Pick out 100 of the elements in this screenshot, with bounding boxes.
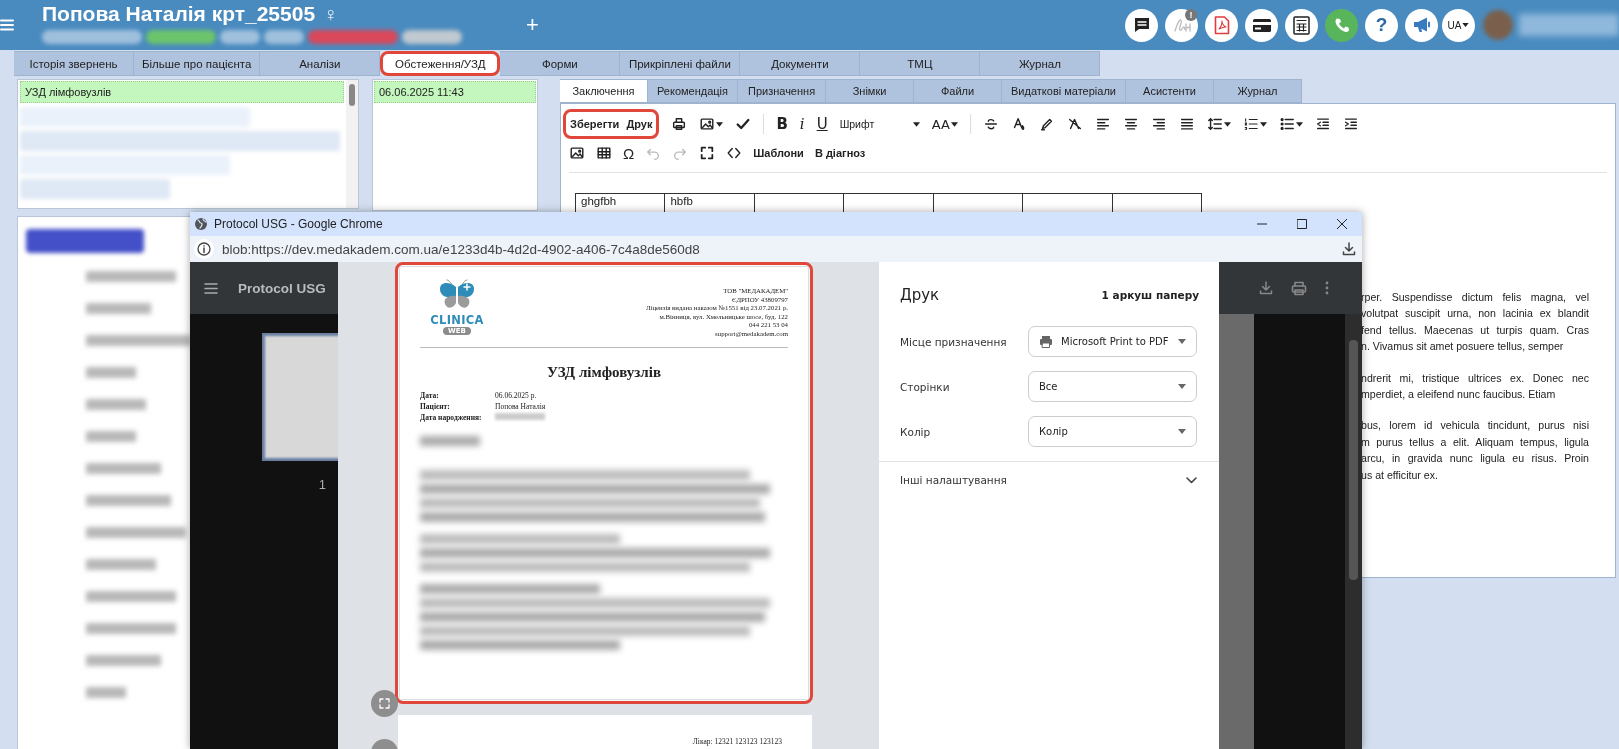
alignright-button[interactable] xyxy=(1150,116,1167,132)
clearformat-button[interactable] xyxy=(1066,116,1083,132)
tab[interactable]: Документи xyxy=(740,51,861,76)
chat-icon xyxy=(1132,16,1151,34)
maximize-icon xyxy=(1297,219,1307,229)
image-button[interactable] xyxy=(699,116,724,132)
calculator-button[interactable] xyxy=(1285,8,1318,42)
toolbar-button[interactable]: Шаблони xyxy=(753,147,804,159)
pdf-button[interactable] xyxy=(1205,8,1238,42)
tab[interactable]: ТМЦ xyxy=(860,51,981,76)
code-button[interactable] xyxy=(726,145,743,161)
tab[interactable]: Рекомендація xyxy=(648,79,739,103)
info-icon xyxy=(197,242,211,256)
setting-label: Сторінки xyxy=(900,380,950,393)
tab[interactable]: Більше про пацієнта xyxy=(134,51,261,76)
bold-button[interactable]: B xyxy=(776,115,788,133)
help-button[interactable]: ? xyxy=(1365,8,1398,42)
globe-icon xyxy=(194,217,208,231)
printer-icon[interactable] xyxy=(1291,280,1307,296)
underline-button[interactable]: U xyxy=(816,115,828,133)
scrollbar[interactable] xyxy=(1345,314,1362,749)
add-button[interactable]: + xyxy=(522,12,543,38)
tab[interactable]: Історія звернень xyxy=(14,51,134,76)
tab[interactable]: Журнал xyxy=(980,51,1101,76)
fit-to-page-button[interactable] xyxy=(371,690,398,717)
tab[interactable]: Обстеження/УЗД xyxy=(380,51,501,76)
tab[interactable]: Форми xyxy=(500,51,621,76)
font-dropdown[interactable]: Шрифт xyxy=(839,118,920,130)
tab[interactable]: Видаткові матеріали xyxy=(1002,79,1126,103)
minimize-icon xyxy=(1257,223,1267,225)
tab[interactable]: Призначення xyxy=(738,79,827,103)
phone-button[interactable] xyxy=(1325,8,1358,42)
page-number: 1 xyxy=(318,477,326,492)
numbered-list-icon xyxy=(1242,116,1259,132)
close-icon xyxy=(1337,219,1347,229)
card-button[interactable] xyxy=(1245,8,1278,42)
language-selector[interactable]: UA xyxy=(1442,8,1475,42)
blurred-text-block xyxy=(420,435,480,446)
strike-button[interactable] xyxy=(982,116,999,132)
toolbar-button[interactable]: В діагноз xyxy=(814,147,866,159)
site-info-button[interactable] xyxy=(194,239,214,259)
italic-button[interactable]: i xyxy=(799,115,805,133)
download-icon[interactable] xyxy=(1259,281,1273,295)
check-icon xyxy=(735,116,752,132)
size-button[interactable]: AA xyxy=(931,116,958,132)
chat-button[interactable] xyxy=(1125,8,1158,42)
setting-dropdown[interactable]: Колір xyxy=(1028,416,1197,447)
outdent-button[interactable] xyxy=(1314,116,1331,132)
list-item[interactable]: 06.06.2025 11:43 xyxy=(374,81,536,103)
text-line: mperdiet, a eleifend nunc faucibus. Etiam xyxy=(1361,387,1557,403)
ul-button[interactable] xyxy=(1278,116,1303,132)
blurred-label xyxy=(86,366,136,378)
ol-button[interactable] xyxy=(1242,116,1267,132)
scrollbar[interactable] xyxy=(346,80,358,208)
justify-button[interactable] xyxy=(1178,116,1195,132)
table-button[interactable] xyxy=(596,145,612,161)
indent-icon xyxy=(1342,116,1359,132)
tab[interactable]: Знімки xyxy=(826,79,915,103)
setting-label: Колір xyxy=(900,425,931,438)
toolbar-button[interactable]: Друк xyxy=(626,118,653,130)
highlight-button[interactable] xyxy=(1038,116,1055,132)
announce-button[interactable] xyxy=(1405,8,1438,42)
setting-dropdown[interactable]: Microsoft Print to PDF xyxy=(1028,326,1197,357)
text-line: m purus tellus a elit. Aliquam tempus, ligula xyxy=(1361,434,1589,450)
tab[interactable]: Асистенти xyxy=(1125,79,1214,103)
lineheight-button[interactable] xyxy=(1206,116,1231,132)
tab[interactable]: Аналізи xyxy=(260,51,381,76)
toolbar-button[interactable]: Зберегти xyxy=(570,118,620,130)
fullscreen-icon xyxy=(379,698,390,709)
download-icon[interactable] xyxy=(1342,242,1356,256)
document-title: Protocol USG xyxy=(238,280,326,296)
print-button[interactable] xyxy=(671,116,688,132)
more-icon[interactable] xyxy=(1325,281,1329,295)
credit-card-icon xyxy=(1251,17,1272,33)
symbol-button[interactable]: Ω xyxy=(623,144,635,162)
signature-button[interactable]: ! xyxy=(1165,8,1198,42)
blurred-label xyxy=(86,686,126,698)
aligncenter-button[interactable] xyxy=(1122,116,1139,132)
indent-button[interactable] xyxy=(1342,116,1359,132)
fullscreen-button[interactable] xyxy=(699,145,716,161)
tab[interactable]: Заключення xyxy=(560,79,648,103)
tab[interactable]: Файли xyxy=(914,79,1003,103)
list-item[interactable]: УЗД лімфовузлів xyxy=(20,81,344,103)
alignleft-button[interactable] xyxy=(1094,116,1111,132)
check-button[interactable] xyxy=(735,116,752,132)
text-line: n. Vivamus sit amet posuere tellus, semper xyxy=(1361,339,1565,355)
page-thumbnail[interactable] xyxy=(262,333,338,461)
align-left-icon xyxy=(1094,116,1111,132)
image-button[interactable] xyxy=(569,145,585,161)
blurred-badge xyxy=(220,30,260,44)
tab[interactable]: Прикріплені файли xyxy=(620,51,741,76)
justify-icon xyxy=(1178,116,1195,132)
tab[interactable]: Журнал xyxy=(1213,79,1302,103)
more-settings-toggle[interactable]: Інші налаштування xyxy=(879,462,1219,498)
blurred-badge xyxy=(146,30,216,44)
text-line: arcu, in gravida nunc ligula eu risus. Proin xyxy=(1361,451,1589,467)
setting-dropdown[interactable]: Все xyxy=(1028,371,1197,402)
clear-format-icon xyxy=(1066,116,1083,132)
sheet-count: 1 аркуш паперу xyxy=(1101,289,1199,301)
menu-icon[interactable] xyxy=(204,282,218,294)
